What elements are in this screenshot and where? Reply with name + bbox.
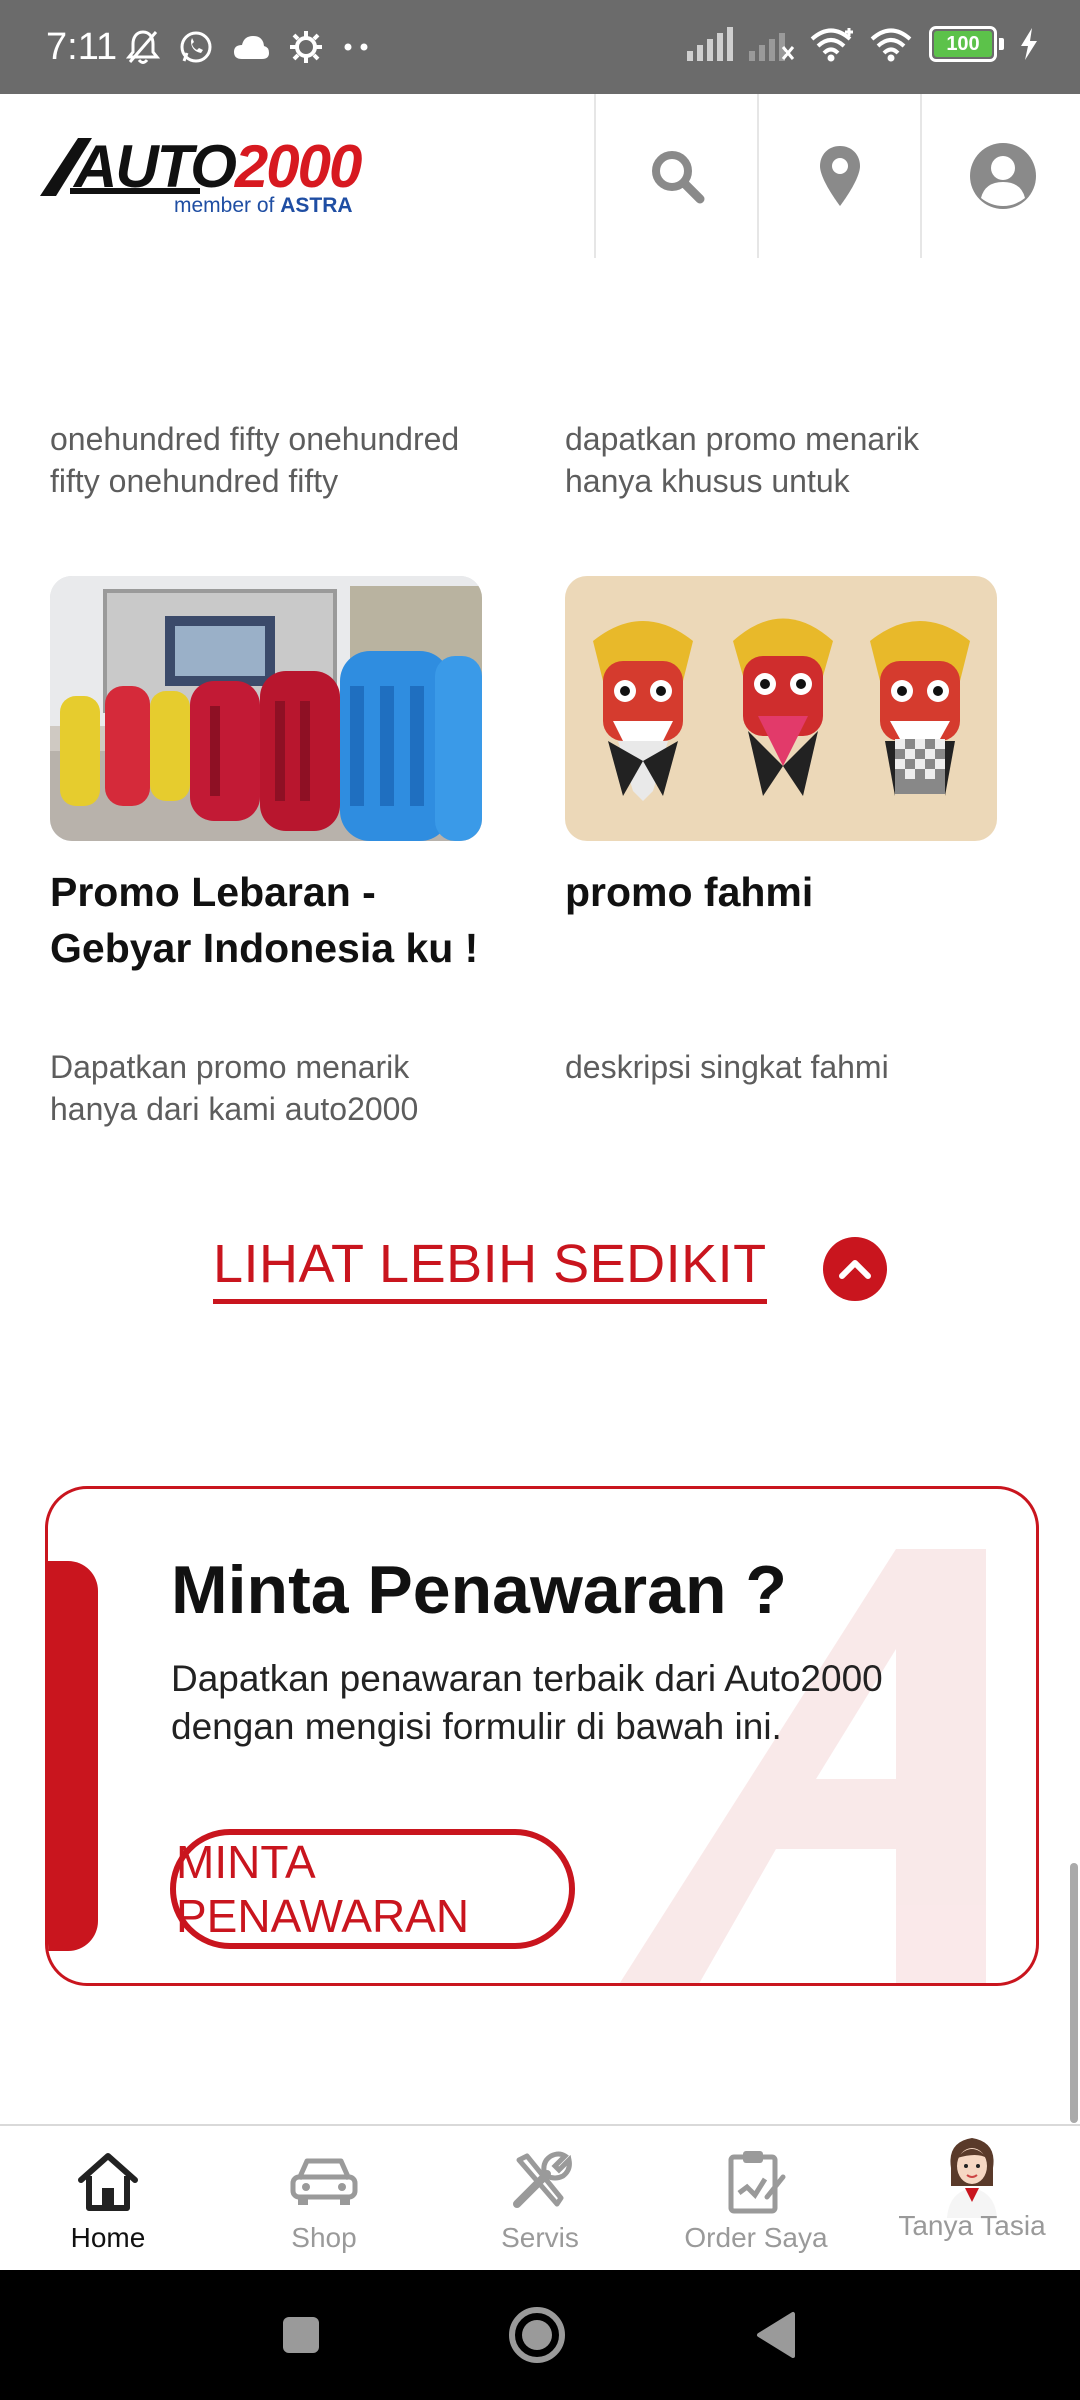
promo-image-playground [50, 576, 482, 841]
promo-card-previous-left-desc-wrap[interactable]: onehundred fifty onehundred fifty onehun… [50, 418, 482, 510]
square-icon [283, 2317, 319, 2353]
promo-card-previous-right-desc-wrap[interactable]: dapatkan promo menarik hanya khusus untu… [565, 418, 997, 510]
chevron-up-icon[interactable] [822, 1236, 887, 1301]
home-icon [75, 2144, 141, 2218]
status-notification-icons [126, 28, 372, 66]
logo-tagline-brand: ASTRA [280, 194, 353, 217]
promo-description: Dapatkan promo menarik hanya dari kami a… [50, 1049, 419, 1138]
nav-label: Shop [291, 2222, 357, 2253]
promo-card-description: onehundred fifty onehundred fifty onehun… [50, 421, 460, 510]
nav-item-order-saya[interactable]: Order Saya [648, 2126, 864, 2272]
location-button[interactable] [757, 94, 920, 258]
logo-tagline-prefix: member of [174, 194, 275, 217]
tools-icon [507, 2144, 573, 2218]
logo-tagline: member of ASTRA [174, 194, 353, 218]
cloud-icon [234, 36, 269, 59]
nav-label: Order Saya [684, 2222, 828, 2253]
recents-button[interactable] [268, 2302, 334, 2368]
scrollbar[interactable] [1070, 1863, 1078, 2123]
nav-item-shop[interactable]: Shop [216, 2126, 432, 2272]
car-icon [289, 2144, 359, 2218]
account-icon [969, 143, 1036, 209]
promo-title: promo fahmi [565, 869, 814, 915]
status-system-icons: 100 [685, 26, 1040, 62]
request-offer-card: Minta Penawaran ? Dapatkan penawaran ter… [45, 1486, 1039, 1986]
offer-accent-bar [48, 1561, 98, 1951]
promo-image-barong-masks [565, 576, 997, 841]
auto2000-logo[interactable]: AUTO2000 member of ASTRA [40, 132, 370, 227]
nav-item-home[interactable]: Home [0, 2126, 216, 2272]
status-bar: 7:11 100 [0, 0, 1080, 94]
promo-description: deskripsi singkat fahmi [565, 1049, 889, 1085]
battery-indicator: 100 [929, 26, 997, 62]
account-button[interactable] [920, 94, 1080, 258]
nav-item-tanya-tasia[interactable]: Tanya Tasia [864, 2126, 1080, 2272]
charging-bolt-icon [1021, 28, 1037, 60]
back-button[interactable] [742, 2302, 808, 2368]
promo-description-wrap: Dapatkan promo menarik hanya dari kami a… [50, 1046, 482, 1138]
more-dots-icon [344, 43, 368, 51]
signal-no-service-icon [749, 33, 795, 61]
whatsapp-icon [180, 31, 212, 63]
header-actions [594, 94, 1080, 258]
settings-gear-icon [290, 31, 322, 63]
nav-label: Tanya Tasia [898, 2210, 1046, 2241]
location-pin-icon [819, 146, 860, 206]
logo-brand-text: AUTO [74, 133, 237, 200]
offer-description: Dapatkan penawaran terbaik dari Auto2000… [171, 1658, 883, 1747]
assistant-avatar [937, 2132, 1007, 2218]
bell-muted-icon [126, 30, 160, 64]
see-less-label[interactable]: LIHAT LEBIH SEDIKIT [213, 1233, 767, 1304]
logo-number-text: 2000 [234, 133, 362, 200]
status-time: 7:11 [46, 26, 118, 68]
nav-item-servis[interactable]: Servis [432, 2126, 648, 2272]
nav-label: Servis [501, 2222, 579, 2253]
app-header: AUTO2000 member of ASTRA [0, 94, 1080, 258]
search-button[interactable] [594, 94, 757, 258]
bottom-navigation: Home Shop Servis Order Saya Tanya Tasia [0, 2124, 1080, 2272]
system-navigation-bar [0, 2270, 1080, 2400]
main-content: onehundred fifty onehundred fifty onehun… [0, 258, 1080, 2124]
wifi-icon [870, 28, 912, 62]
offer-title: Minta Penawaran ? [171, 1552, 787, 1628]
promo-description-wrap: deskripsi singkat fahmi [565, 1046, 997, 1138]
logo-wordmark: AUTO2000 [74, 132, 362, 201]
order-icon [725, 2144, 787, 2218]
search-icon [651, 151, 704, 204]
promo-title: Promo Lebaran - Gebyar Indonesia ku ! [50, 869, 479, 971]
home-system-button[interactable] [504, 2302, 570, 2368]
request-offer-button[interactable]: MINTA PENAWARAN [170, 1829, 575, 1949]
battery-tip [999, 38, 1004, 50]
promo-card-description: dapatkan promo menarik hanya khusus untu… [565, 421, 919, 510]
circle-home-icon [509, 2307, 565, 2363]
battery-level-text: 100 [946, 32, 980, 55]
see-less-toggle[interactable]: LIHAT LEBIH SEDIKIT [213, 1233, 887, 1304]
nav-label: Home [70, 2222, 146, 2253]
wifi-plus-icon [810, 28, 853, 62]
signal-icon [687, 27, 733, 61]
back-triangle-icon [757, 2312, 795, 2358]
